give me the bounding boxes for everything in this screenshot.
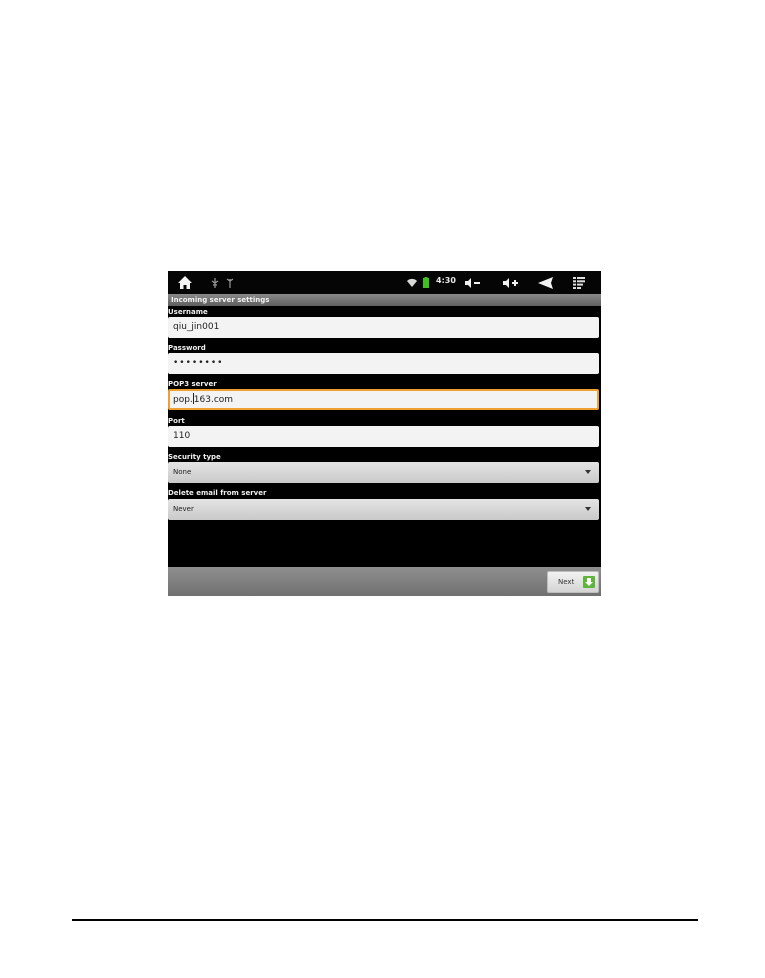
port-label: Port — [168, 417, 185, 425]
pop3-server-label: POP3 server — [168, 380, 217, 388]
pop3-server-value-start: pop. — [173, 395, 193, 405]
status-time: 4:30 — [436, 276, 456, 285]
device-screen: 4:30 Incoming server settings Username q… — [168, 271, 601, 596]
username-field[interactable]: qiu_jin001 — [168, 317, 599, 338]
password-value: •••••••• — [173, 358, 224, 368]
pop3-server-value-end: 163.com — [193, 395, 234, 405]
screen-title-bar: Incoming server settings — [168, 294, 601, 306]
delete-email-value: Never — [173, 505, 194, 513]
usb-debug-icon — [225, 273, 235, 292]
page-footer-rule — [72, 919, 698, 921]
battery-icon — [422, 273, 430, 292]
security-type-value: None — [173, 468, 192, 476]
delete-email-select[interactable]: Never — [168, 499, 599, 520]
port-field[interactable]: 110 — [168, 426, 599, 447]
screen-title: Incoming server settings — [171, 296, 270, 304]
password-field[interactable]: •••••••• — [168, 353, 599, 374]
volume-up-icon[interactable] — [502, 273, 520, 292]
pop3-server-value: pop.163.com — [173, 393, 233, 406]
delete-email-label: Delete email from server — [168, 489, 267, 497]
next-arrow-icon — [583, 576, 595, 588]
security-type-select[interactable]: None — [168, 462, 599, 483]
menu-icon[interactable] — [572, 273, 586, 292]
home-icon[interactable] — [177, 273, 193, 292]
username-value: qiu_jin001 — [173, 322, 220, 332]
dropdown-arrow-icon — [585, 470, 591, 474]
status-bar: 4:30 — [168, 271, 601, 294]
dropdown-arrow-icon — [585, 507, 591, 511]
password-label: Password — [168, 344, 206, 352]
security-type-label: Security type — [168, 453, 221, 461]
volume-down-icon[interactable] — [464, 273, 482, 292]
pop3-server-field[interactable]: pop.163.com — [168, 389, 599, 410]
username-label: Username — [168, 308, 208, 316]
back-icon[interactable] — [536, 273, 554, 292]
next-button[interactable]: Next — [547, 571, 599, 593]
wifi-icon — [406, 273, 418, 292]
port-value: 110 — [173, 431, 191, 441]
next-button-label: Next — [558, 578, 575, 586]
usb-icon — [210, 273, 220, 292]
bottom-action-bar: Next — [168, 567, 601, 596]
